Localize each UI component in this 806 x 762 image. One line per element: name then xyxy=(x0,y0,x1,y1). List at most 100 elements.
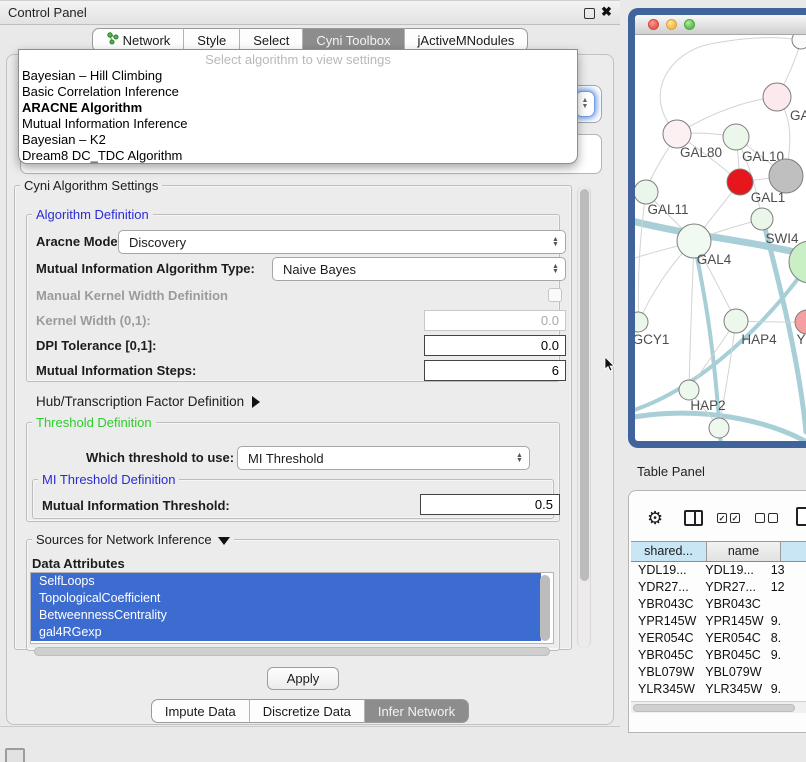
table-row[interactable]: YER054CYER054C8. xyxy=(631,630,806,647)
unchecked-box-icon[interactable] xyxy=(768,513,778,523)
column-header[interactable]: A xyxy=(781,542,806,561)
network-node[interactable] xyxy=(769,159,803,193)
network-node-gcy1[interactable] xyxy=(635,312,648,332)
algorithm-option[interactable]: Mutual Information Inference xyxy=(19,116,577,132)
manual-kernel-checkbox[interactable] xyxy=(548,288,562,302)
network-node-gal11[interactable] xyxy=(635,180,658,204)
mi-steps-label: Mutual Information Steps: xyxy=(36,363,196,378)
stepper-icon[interactable]: ▲▼ xyxy=(513,453,529,463)
table-cell: YDL19... xyxy=(698,562,763,579)
document-icon[interactable] xyxy=(796,507,806,526)
attribute-list-item[interactable]: BetweennessCentrality xyxy=(31,607,541,624)
table-hscrollbar-thumb[interactable] xyxy=(633,704,795,712)
table-cell: YER054C xyxy=(631,630,698,647)
table-cell: 12 xyxy=(764,579,806,596)
attribute-list-item[interactable]: TopologicalCoefficient xyxy=(31,590,541,607)
zoom-traffic-icon[interactable] xyxy=(684,19,695,30)
collapse-triangle-icon[interactable] xyxy=(218,537,230,545)
column-header[interactable]: name xyxy=(707,542,781,561)
table-hscrollbar-track[interactable] xyxy=(631,701,806,713)
table-cell: 13 xyxy=(764,562,806,579)
attribute-list-item[interactable]: SelfLoops xyxy=(31,573,541,590)
float-window-icon[interactable] xyxy=(584,8,595,19)
mi-threshold-field[interactable]: 0.5 xyxy=(420,494,560,515)
table-body: YDL19...YDL19...13YDR27...YDR27...12YBR0… xyxy=(631,562,806,701)
table-row[interactable]: YPR145WYPR145W9. xyxy=(631,613,806,630)
algorithm-option[interactable]: Bayesian – Hill Climbing xyxy=(19,68,577,84)
table-header-row: shared...nameA xyxy=(631,541,806,562)
mi-algorithm-type-combobox[interactable]: Naive Bayes ▲▼ xyxy=(272,257,566,281)
table-cell xyxy=(764,596,806,613)
network-node-gal80[interactable] xyxy=(663,120,691,148)
kernel-width-label: Kernel Width (0,1): xyxy=(36,313,151,328)
network-node-swi4[interactable] xyxy=(751,208,773,230)
algorithm-option[interactable]: Basic Correlation Inference xyxy=(19,84,577,100)
mi-algorithm-type-label: Mutual Information Algorithm Type: xyxy=(36,261,255,276)
data-attributes-list[interactable]: SelfLoopsTopologicalCoefficientBetweenne… xyxy=(30,572,554,644)
which-threshold-combobox[interactable]: MI Threshold ▲▼ xyxy=(237,446,530,470)
table-cell: YLR345W xyxy=(631,681,698,698)
stepper-icon[interactable]: ▲▼ xyxy=(575,91,595,117)
checked-box-icon[interactable]: ✓ xyxy=(730,513,740,523)
table-row[interactable]: YLR345WYLR345W9. xyxy=(631,681,806,698)
table-row[interactable]: YDL19...YDL19...13 xyxy=(631,562,806,579)
network-graph-canvas[interactable]: GALGAL80GAL10GAL1GAL11SWI4GAL4GCY1HAP4YH… xyxy=(635,35,806,441)
column-header[interactable]: shared... xyxy=(631,542,707,561)
stepper-icon[interactable]: ▲▼ xyxy=(549,264,565,274)
network-edge[interactable] xyxy=(689,241,694,390)
expand-triangle-icon[interactable] xyxy=(252,396,260,408)
table-row[interactable]: YDR27...YDR27...12 xyxy=(631,579,806,596)
manual-kernel-label: Manual Kernel Width Definition xyxy=(36,288,228,303)
algorithm-option[interactable]: Dream8 DC_TDC Algorithm xyxy=(19,148,577,164)
attribute-list-item[interactable]: gal4RGexp xyxy=(31,624,541,641)
table-row[interactable]: YBR045CYBR045C9. xyxy=(631,647,806,664)
algorithm-option[interactable]: ARACNE Algorithm xyxy=(19,100,577,116)
tab-discretize-data[interactable]: Discretize Data xyxy=(249,699,364,723)
table-cell: YDL19... xyxy=(631,562,698,579)
algorithm-definition-title: Algorithm Definition xyxy=(32,207,153,222)
tab-impute-data[interactable]: Impute Data xyxy=(151,699,249,723)
table-cell: YBR043C xyxy=(698,596,763,613)
network-node-gal10[interactable] xyxy=(723,124,749,150)
tab-infer-network[interactable]: Infer Network xyxy=(364,699,469,723)
list-hscrollbar-thumb[interactable] xyxy=(34,647,550,656)
network-node[interactable] xyxy=(792,35,806,49)
network-node-hap2[interactable] xyxy=(679,380,699,400)
settings-scrollbar-thumb[interactable] xyxy=(580,189,589,581)
network-node[interactable] xyxy=(789,241,806,283)
stepper-icon[interactable]: ▲▼ xyxy=(549,237,565,247)
collapsed-panel-grip[interactable] xyxy=(5,748,25,762)
tab-label: Infer Network xyxy=(378,700,455,723)
network-edge[interactable] xyxy=(689,321,736,390)
network-node[interactable] xyxy=(709,418,729,438)
network-node-gal[interactable] xyxy=(763,83,791,111)
dpi-tolerance-field[interactable]: 0.0 xyxy=(424,335,566,356)
table-cell: YPR145W xyxy=(631,613,698,630)
network-window-titlebar xyxy=(635,15,806,35)
kernel-width-field[interactable]: 0.0 xyxy=(424,310,566,331)
sources-group-title[interactable]: Sources for Network Inference xyxy=(32,532,234,547)
close-traffic-icon[interactable] xyxy=(648,19,659,30)
table-panel-title: Table Panel xyxy=(637,464,705,479)
settings-scrollbar-track[interactable] xyxy=(577,186,591,648)
column-layout-icon[interactable] xyxy=(684,510,703,526)
table-row[interactable]: YBL079WYBL079W xyxy=(631,664,806,681)
network-node-gal1[interactable] xyxy=(727,169,753,195)
table-cell xyxy=(764,664,806,681)
aracne-mode-combobox[interactable]: Discovery ▲▼ xyxy=(118,230,566,254)
node-label: HAP4 xyxy=(741,332,777,347)
table-row[interactable]: YBR043CYBR043C xyxy=(631,596,806,613)
algorithm-option[interactable]: Bayesian – K2 xyxy=(19,132,577,148)
unchecked-box-icon[interactable] xyxy=(755,513,765,523)
control-panel-title: Control Panel xyxy=(8,5,87,20)
list-scrollbar-thumb[interactable] xyxy=(540,575,550,641)
checked-box-icon[interactable]: ✓ xyxy=(717,513,727,523)
network-node-y[interactable] xyxy=(795,310,806,334)
mi-steps-field[interactable]: 6 xyxy=(424,360,566,381)
gear-icon[interactable]: ⚙ xyxy=(647,508,663,529)
close-icon[interactable]: ✖ xyxy=(601,4,612,20)
apply-button[interactable]: Apply xyxy=(267,667,339,690)
minimize-traffic-icon[interactable] xyxy=(666,19,677,30)
network-node-hap4[interactable] xyxy=(724,309,748,333)
hub-section-label[interactable]: Hub/Transcription Factor Definition xyxy=(36,394,260,409)
